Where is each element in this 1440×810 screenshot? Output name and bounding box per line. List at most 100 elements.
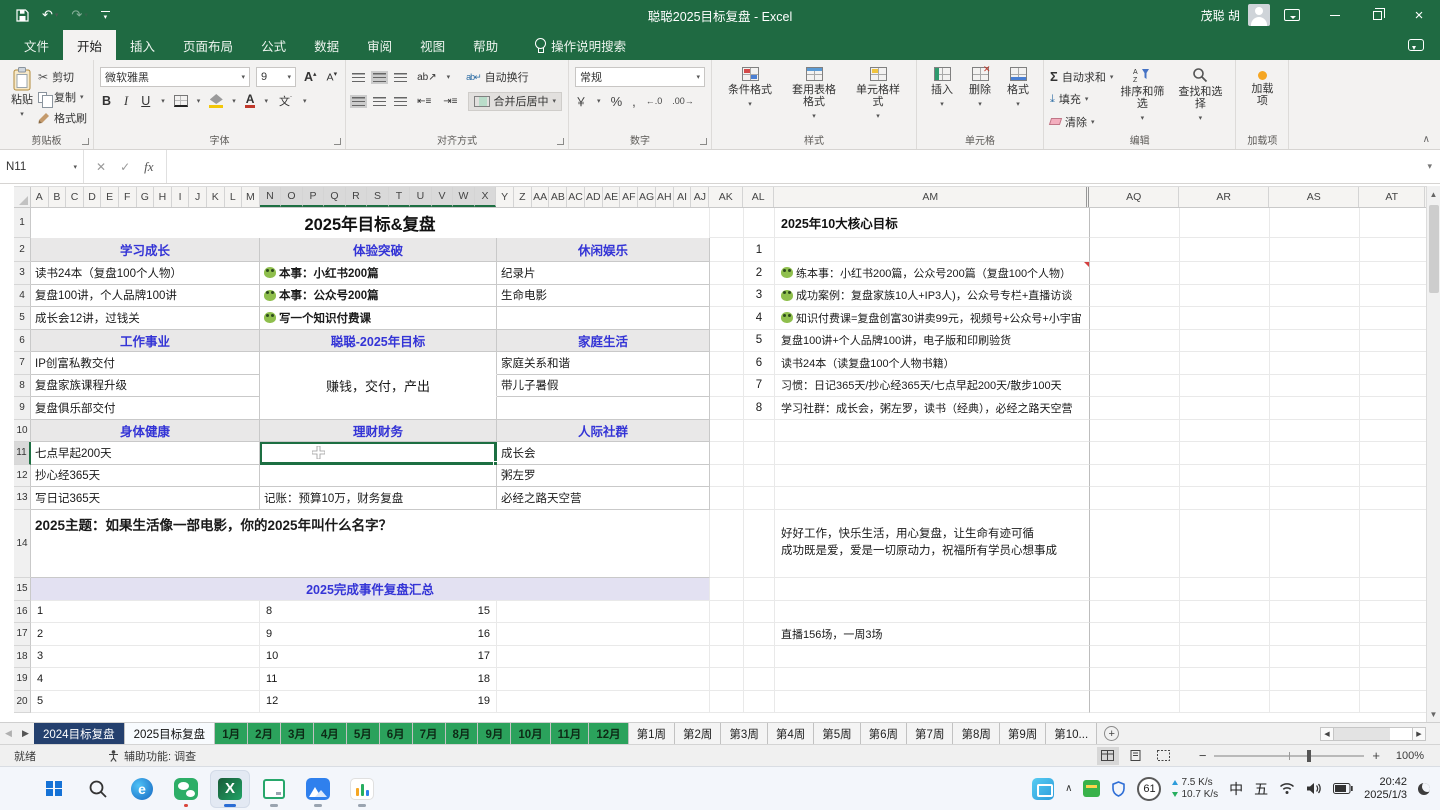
cut-button[interactable]: ✂剪切 bbox=[38, 67, 87, 86]
cell[interactable] bbox=[260, 465, 497, 488]
cell[interactable] bbox=[497, 601, 710, 624]
cell[interactable] bbox=[1270, 623, 1360, 646]
row-header[interactable]: 3 bbox=[14, 262, 31, 285]
cell-merged-center[interactable]: 赚钱，交付，产出 bbox=[260, 375, 497, 398]
cell[interactable] bbox=[1270, 487, 1360, 510]
cell[interactable]: 七点早起200天 bbox=[31, 442, 260, 465]
cancel-entry-icon[interactable]: ✕ bbox=[96, 160, 106, 174]
cell-summary-header[interactable]: 2025完成事件复盘汇总 bbox=[31, 578, 710, 601]
cell[interactable] bbox=[1360, 691, 1426, 714]
cell[interactable]: IP创富私教交付 bbox=[31, 352, 260, 375]
row-header[interactable]: 1 bbox=[14, 208, 31, 238]
cell[interactable]: 本事：小红书200篇 bbox=[260, 262, 497, 285]
screenshot-tool-button[interactable] bbox=[254, 770, 294, 808]
bold-button[interactable]: B bbox=[100, 94, 113, 108]
column-header[interactable]: H bbox=[154, 187, 172, 207]
orientation-button[interactable]: ab↗ bbox=[415, 72, 439, 83]
format-cells-button[interactable]: 格式▾ bbox=[999, 65, 1037, 113]
cell[interactable] bbox=[710, 420, 744, 443]
font-color-button[interactable]: A bbox=[245, 94, 256, 108]
column-header[interactable]: P bbox=[303, 187, 325, 207]
row-header[interactable]: 10 bbox=[14, 420, 31, 443]
ribbon-tab[interactable]: 帮助 bbox=[459, 30, 512, 60]
percent-style-button[interactable]: % bbox=[611, 94, 623, 109]
cell-item-number[interactable]: 4 bbox=[744, 307, 775, 330]
cell-section-header[interactable]: 学习成长 bbox=[31, 238, 260, 262]
align-right-button[interactable] bbox=[394, 97, 407, 106]
cell-core-goal[interactable]: 成功案例：复盘家族10人+IP3人)，公众号专栏+直播访谈 bbox=[775, 285, 1090, 308]
row-header[interactable]: 7 bbox=[14, 352, 31, 375]
column-header[interactable]: O bbox=[281, 187, 303, 207]
ribbon-display-options-icon[interactable] bbox=[1284, 9, 1300, 21]
column-header[interactable]: AE bbox=[603, 187, 621, 207]
cell[interactable] bbox=[1090, 285, 1180, 308]
number-format-select[interactable]: 常规▾ bbox=[575, 67, 705, 87]
sheet-tab[interactable]: 2025目标复盘 bbox=[125, 723, 216, 744]
cell[interactable] bbox=[1180, 691, 1270, 714]
cell[interactable] bbox=[1360, 510, 1426, 578]
cell[interactable] bbox=[710, 352, 744, 375]
column-header[interactable]: I bbox=[172, 187, 190, 207]
cell[interactable]: 必经之路天空营 bbox=[497, 487, 710, 510]
cell[interactable] bbox=[1270, 375, 1360, 398]
row-header[interactable]: 8 bbox=[14, 375, 31, 398]
cell[interactable] bbox=[1180, 352, 1270, 375]
cell-core-goal[interactable]: 复盘100讲+个人品牌100讲，电子版和印刷验货 bbox=[775, 330, 1090, 353]
column-header[interactable]: AL bbox=[743, 187, 774, 207]
cell[interactable] bbox=[497, 623, 710, 646]
cell[interactable] bbox=[1090, 442, 1180, 465]
cell[interactable]: 2 bbox=[31, 623, 260, 646]
cell[interactable] bbox=[1180, 623, 1270, 646]
cell-section-header[interactable]: 身体健康 bbox=[31, 420, 260, 443]
cell[interactable]: 成长会12讲，过钱关 bbox=[31, 307, 260, 330]
sheet-tab[interactable]: 第3周 bbox=[721, 723, 767, 744]
clear-button[interactable]: 清除▾ bbox=[1050, 112, 1113, 131]
row-header[interactable]: 19 bbox=[14, 668, 31, 691]
wrap-text-button[interactable]: ab↵自动换行 bbox=[466, 68, 529, 87]
formula-input[interactable] bbox=[167, 150, 1420, 183]
increase-indent-button[interactable]: ⇥≡ bbox=[441, 96, 459, 107]
sheet-tab[interactable]: 第1周 bbox=[629, 723, 675, 744]
clock[interactable]: 20:42 2025/1/3 bbox=[1364, 776, 1407, 802]
fill-color-button[interactable] bbox=[209, 94, 223, 108]
cell[interactable]: 4 bbox=[31, 668, 260, 691]
copy-button[interactable]: 复制▾ bbox=[38, 88, 87, 107]
cell-core-goal[interactable]: 知识付费课=复盘创富30讲卖99元，视频号+公众号+小宇宙 bbox=[775, 307, 1090, 330]
row-header[interactable]: 18 bbox=[14, 646, 31, 669]
insert-function-icon[interactable]: fx bbox=[144, 159, 153, 175]
cell[interactable] bbox=[744, 208, 775, 238]
cell-section-header[interactable]: 体验突破 bbox=[260, 238, 497, 262]
cell[interactable] bbox=[775, 442, 1090, 465]
increase-decimal-button[interactable]: ←.0 bbox=[646, 96, 663, 106]
column-header[interactable]: W bbox=[453, 187, 475, 207]
cell[interactable] bbox=[260, 397, 497, 420]
cell[interactable] bbox=[744, 578, 775, 601]
cell[interactable] bbox=[744, 601, 775, 624]
accounting-format-button[interactable]: ￥ bbox=[575, 93, 587, 110]
dialog-launcher-icon[interactable] bbox=[334, 138, 341, 145]
cell[interactable] bbox=[1270, 352, 1360, 375]
cell-core-goal[interactable]: 学习社群：成长会，粥左罗，读书（经典），必经之路天空营 bbox=[775, 397, 1090, 420]
ribbon-tab[interactable]: 公式 bbox=[247, 30, 300, 60]
tray-green-app-icon[interactable] bbox=[1083, 780, 1100, 797]
cell-core-goals-header[interactable]: 2025年10大核心目标 bbox=[775, 208, 1090, 238]
customize-quick-access-button[interactable]: ▾ bbox=[101, 11, 110, 20]
cell[interactable]: 写一个知识付费课 bbox=[260, 307, 497, 330]
sheet-tab[interactable]: 第6周 bbox=[861, 723, 907, 744]
cell[interactable] bbox=[744, 646, 775, 669]
ribbon-tab[interactable]: 开始 bbox=[63, 30, 116, 60]
cell[interactable] bbox=[497, 307, 710, 330]
cell[interactable]: 生命电影 bbox=[497, 285, 710, 308]
cell[interactable] bbox=[1090, 330, 1180, 353]
sort-filter-button[interactable]: AZ 排序和筛选▾ bbox=[1113, 65, 1171, 127]
cell[interactable] bbox=[260, 352, 497, 375]
cell[interactable] bbox=[710, 623, 744, 646]
column-header[interactable]: J bbox=[189, 187, 207, 207]
cell[interactable]: 读书24本（复盘100个人物） bbox=[31, 262, 260, 285]
cell[interactable]: 3 bbox=[31, 646, 260, 669]
cell[interactable] bbox=[1090, 623, 1180, 646]
scroll-up-arrow[interactable]: ▲ bbox=[1430, 186, 1438, 202]
select-all-corner[interactable] bbox=[14, 187, 31, 207]
cell[interactable] bbox=[710, 330, 744, 353]
column-header[interactable]: F bbox=[119, 187, 137, 207]
